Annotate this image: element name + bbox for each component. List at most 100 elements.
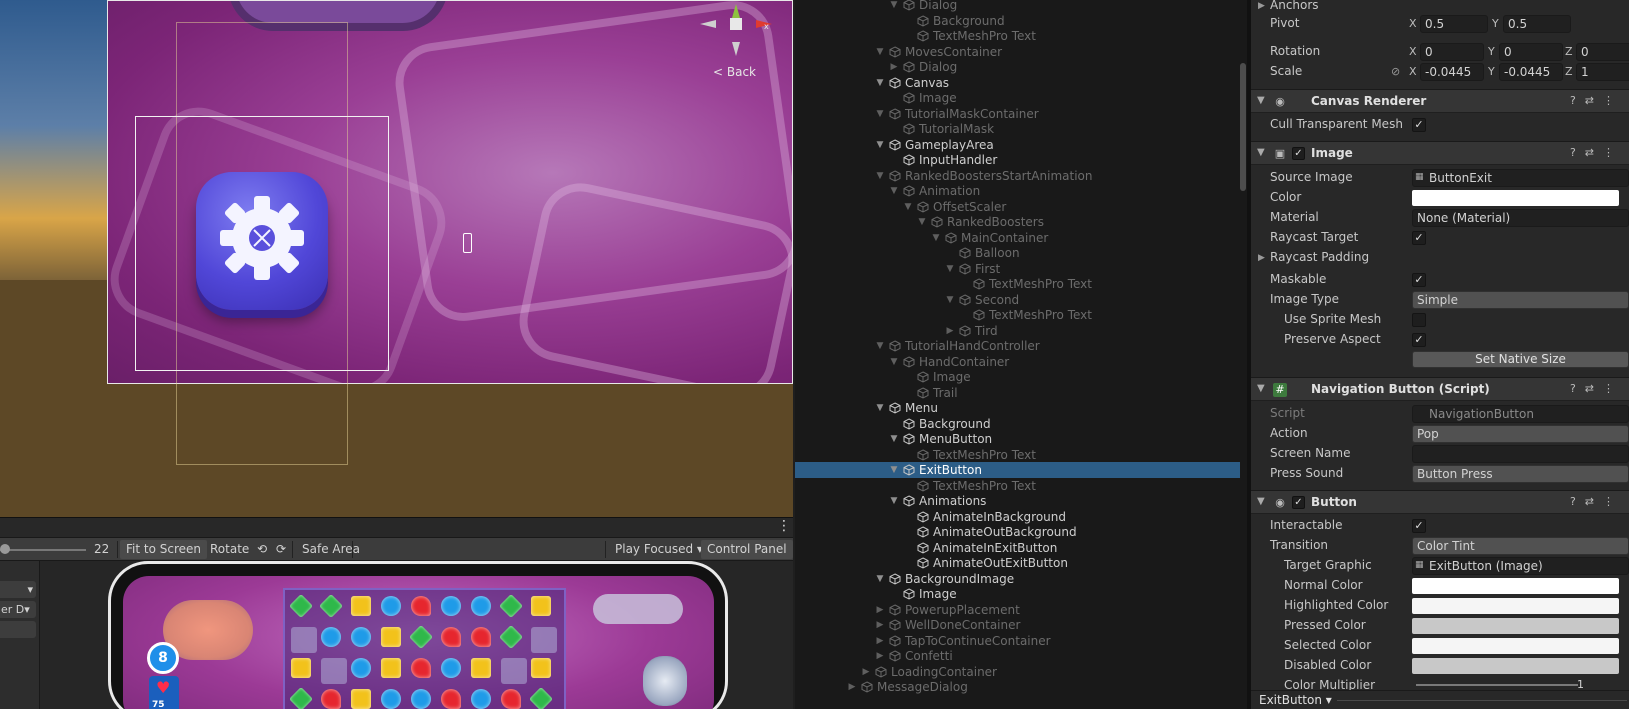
chevron-right-icon[interactable]: ▶ [861,664,871,680]
empty-tile[interactable] [321,658,347,684]
hierarchy-item[interactable]: TextMeshPro Text [795,276,1240,292]
source-image-field[interactable]: ButtonExit [1412,169,1629,187]
chevron-down-icon[interactable]: ▼ [889,183,899,199]
hierarchy-item[interactable]: ▼ HandContainer [795,354,1240,370]
preserve-aspect-checkbox[interactable]: ✓ [1412,333,1426,347]
gem-tile[interactable] [411,689,431,709]
hierarchy-item[interactable]: ▼ BackgroundImage [795,571,1240,587]
gem-tile[interactable] [528,686,554,709]
chevron-right-icon[interactable]: ▶ [875,648,885,664]
hierarchy-item[interactable]: ▶ TapToContinueContainer [795,633,1240,649]
gem-tile[interactable] [441,689,461,709]
chevron-down-icon[interactable]: ▼ [903,199,913,215]
play-focused-dropdown[interactable]: Play Focused ▾ [609,540,709,559]
gem-tile[interactable] [411,596,431,616]
pivot-x-field[interactable]: 0.5 [1420,15,1488,33]
gem-tile[interactable] [441,658,461,678]
hierarchy-item-selected[interactable]: ▼ ExitButton [795,462,1240,478]
gizmo-neg-x-icon[interactable] [700,20,716,28]
rotation-z-field[interactable]: 0 [1576,43,1629,61]
hierarchy-item[interactable]: TextMeshPro Text [795,307,1240,323]
empty-tile[interactable] [531,627,557,653]
chevron-right-icon[interactable]: ▶ [1258,253,1265,263]
chevron-down-icon[interactable]: ▼ [1257,383,1265,394]
gizmo-y-icon[interactable] [732,4,740,18]
more-options-icon[interactable]: ⋮ [777,519,791,533]
chevron-down-icon[interactable]: ▼ [889,493,899,509]
gem-tile[interactable] [498,593,524,619]
gem-tile[interactable] [381,627,401,647]
scale-z-field[interactable]: 1 [1576,63,1629,81]
hierarchy-item[interactable]: Image [795,90,1240,106]
raycast-padding-row[interactable]: ▶ Raycast Padding [1251,248,1629,268]
button-enabled-checkbox[interactable]: ✓ [1292,496,1305,509]
image-header[interactable]: ▼ ▣ ✓ Image ?⇄⋮ [1251,141,1629,165]
chevron-down-icon[interactable]: ▼ [1257,95,1265,106]
exit-button-sprite[interactable] [196,172,328,310]
gem-tile[interactable] [471,689,491,709]
chevron-down-icon[interactable]: ▼ [875,106,885,122]
gem-tile[interactable] [441,627,461,647]
hierarchy-item[interactable]: ▼ RankedBoosters [795,214,1240,230]
hierarchy-item[interactable]: AnimateOutExitButton [795,555,1240,571]
press-sound-dropdown[interactable]: Button Press [1412,465,1629,483]
gem-tile[interactable] [471,627,491,647]
hierarchy-item[interactable]: ▶ Tird [795,323,1240,339]
chevron-down-icon[interactable]: ▼ [945,292,955,308]
hierarchy-panel[interactable]: ▼ Dialog Background TextMeshPro Text ▼ MovesC… [795,0,1247,709]
hierarchy-item[interactable]: ▶ Dialog [795,59,1240,75]
canvas-renderer-header[interactable]: ▼ ◉ Canvas Renderer ?⇄⋮ [1251,89,1629,113]
raycast-target-checkbox[interactable]: ✓ [1412,231,1426,245]
renderer-dropdown[interactable]: er D▾ [0,601,36,618]
hierarchy-item[interactable]: Image [795,369,1240,385]
hierarchy-item[interactable]: TextMeshPro Text [795,447,1240,463]
chevron-down-icon[interactable]: ▼ [1257,147,1265,158]
gem-tile[interactable] [288,686,314,709]
hierarchy-item[interactable]: Background [795,416,1240,432]
chevron-right-icon[interactable]: ▶ [875,602,885,618]
chevron-down-icon[interactable]: ▼ [889,431,899,447]
chevron-down-icon[interactable]: ▼ [875,44,885,60]
hierarchy-item[interactable]: Image [795,586,1240,602]
chevron-right-icon[interactable]: ▶ [1258,1,1265,11]
chevron-down-icon[interactable]: ▼ [875,75,885,91]
hierarchy-item[interactable]: Background [795,13,1240,29]
scale-slider-handle[interactable] [0,544,10,554]
use-sprite-mesh-checkbox[interactable] [1412,313,1426,327]
color-swatch[interactable] [1412,190,1619,206]
scale-y-field[interactable]: -0.0445 [1499,63,1563,81]
hierarchy-item[interactable]: AnimateInBackground [795,509,1240,525]
fit-to-screen-button[interactable]: Fit to Screen [120,540,207,559]
rotation-x-field[interactable]: 0 [1420,43,1484,61]
hierarchy-item[interactable]: ▼ Canvas [795,75,1240,91]
hierarchy-item[interactable]: ▼ RankedBoostersStartAnimation [795,168,1240,184]
hierarchy-item[interactable]: ▶ PowerupPlacement [795,602,1240,618]
link-icon[interactable]: ⊘ [1391,65,1400,78]
normal-color-swatch[interactable] [1412,578,1619,594]
rotate-button[interactable]: Rotate [204,540,255,559]
chevron-down-icon[interactable]: ▼ [875,400,885,416]
cull-checkbox[interactable]: ✓ [1412,118,1426,132]
gem-tile[interactable] [351,627,371,647]
chevron-down-icon[interactable]: ▼ [875,168,885,184]
orientation-gizmo[interactable]: x [700,4,772,56]
set-native-size-button[interactable]: Set Native Size [1412,351,1629,368]
gem-tile[interactable] [411,658,431,678]
interactable-checkbox[interactable]: ✓ [1412,519,1426,533]
gem-tile[interactable] [291,658,311,678]
chevron-down-icon[interactable]: ▼ [889,354,899,370]
color-multiplier-slider[interactable] [1416,684,1578,686]
gem-tile[interactable] [321,627,341,647]
hierarchy-item[interactable]: ▼ Animation [795,183,1240,199]
hierarchy-item[interactable]: ▼ GameplayArea [795,137,1240,153]
empty-tile[interactable] [501,658,527,684]
component-menu-icons[interactable]: ?⇄⋮ [1570,94,1623,107]
gizmo-center-icon[interactable] [730,18,742,30]
component-menu-icons[interactable]: ?⇄⋮ [1570,495,1623,508]
hierarchy-item[interactable]: Balloon [795,245,1240,261]
chevron-right-icon[interactable]: ▶ [875,617,885,633]
gem-tile[interactable] [351,596,371,616]
gem-tile[interactable] [351,658,371,678]
hierarchy-scrollbar[interactable] [1240,63,1246,191]
object-preview-dropdown[interactable]: ExitButton ▾ [1253,692,1332,708]
